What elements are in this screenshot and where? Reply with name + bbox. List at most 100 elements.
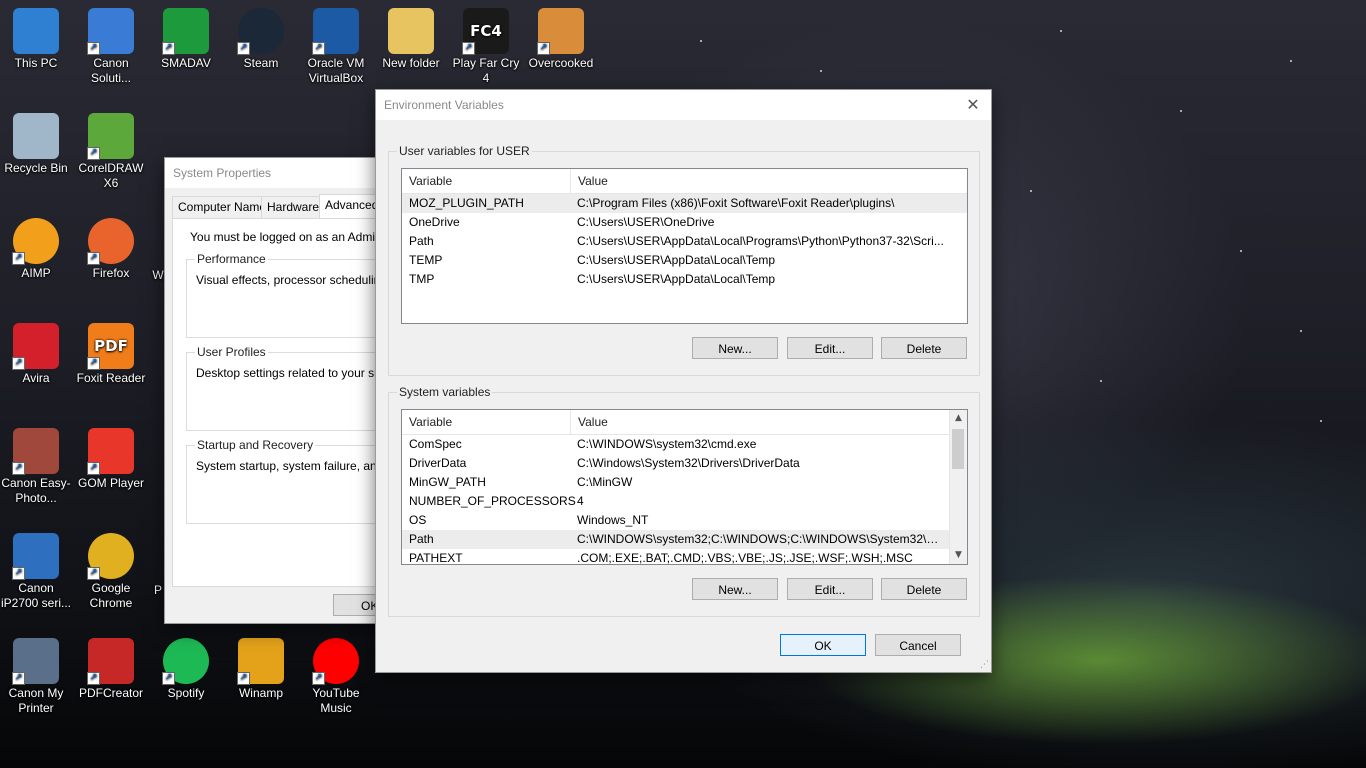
desktop-icon-label: Canon Soluti... (90, 56, 132, 85)
desktop-icon[interactable]: This PC (0, 8, 72, 71)
variable-name-cell: Path (409, 532, 434, 546)
shortcut-arrow-icon: ↗ (312, 672, 325, 685)
desktop-icon-label: Foxit Reader (76, 371, 146, 385)
desktop-icon[interactable]: New folder (375, 8, 447, 71)
cancel-button[interactable]: Cancel (875, 634, 961, 656)
table-row[interactable]: DriverData C:\Windows\System32\Drivers\Dr… (402, 454, 967, 473)
group-label: User variables for USER (397, 144, 532, 158)
user-new-button[interactable]: New... (692, 337, 778, 359)
desktop-icon[interactable]: PDF ↗ Foxit Reader (75, 323, 147, 386)
virtualbox-icon: ↗ (312, 8, 359, 55)
window-title: System Properties (173, 166, 272, 180)
group-label: Performance (195, 252, 268, 266)
system-properties-titlebar[interactable]: System Properties (165, 158, 395, 188)
partial-icon-label: W (152, 268, 164, 282)
desktop-icon-label: CorelDRAW X6 (78, 161, 144, 190)
desktop-icon[interactable]: ↗ Avira (0, 323, 72, 386)
user-delete-button[interactable]: Delete (881, 337, 967, 359)
shortcut-arrow-icon: ↗ (87, 672, 100, 685)
close-icon[interactable]: ✕ (963, 95, 983, 115)
table-row[interactable]: MOZ_PLUGIN_PATH C:\Program Files (x86)\Fo… (402, 194, 967, 213)
scroll-up-icon[interactable]: ▲ (950, 410, 967, 427)
table-row[interactable]: OS Windows_NT (402, 511, 967, 530)
spotify-icon: ↗ (162, 638, 209, 685)
desktop-icon[interactable]: ↗ Canon My Printer (0, 638, 72, 716)
firefox-icon: ↗ (87, 218, 134, 265)
canon-photo-icon: ↗ (12, 428, 59, 475)
ok-button[interactable]: OK (780, 634, 866, 656)
variable-name-cell: OneDrive (409, 215, 460, 229)
user-variables-list[interactable]: Variable Value MOZ_PLUGIN_PATH C:\Program… (401, 168, 968, 324)
desktop-icon[interactable]: ↗ Winamp (225, 638, 297, 701)
table-row[interactable]: OneDrive C:\Users\USER\OneDrive (402, 213, 967, 232)
column-header-value[interactable]: Value (571, 169, 608, 193)
table-row[interactable]: TEMP C:\Users\USER\AppData\Local\Temp (402, 251, 967, 270)
desktop-icon-label: Avira (22, 371, 50, 385)
scroll-thumb[interactable] (952, 429, 964, 469)
group-label: Startup and Recovery (195, 438, 316, 452)
table-row[interactable]: ComSpec C:\WINDOWS\system32\cmd.exe (402, 435, 967, 454)
shortcut-arrow-icon: ↗ (87, 42, 100, 55)
desktop-icon-label: Overcooked (528, 56, 594, 70)
tab-computer-name[interactable]: Computer Name (172, 196, 273, 218)
list-header: Variable Value (402, 169, 967, 194)
admin-note: You must be logged on as an Administra (190, 230, 405, 244)
system-edit-button[interactable]: Edit... (787, 578, 873, 600)
desktop-icon[interactable]: ↗ GOM Player (75, 428, 147, 491)
resize-grip-icon[interactable]: ⋰ (980, 660, 989, 670)
variable-value-cell: C:\Users\USER\OneDrive (577, 215, 715, 229)
system-new-button[interactable]: New... (692, 578, 778, 600)
desktop-icon[interactable]: ↗ Firefox (75, 218, 147, 281)
desktop-icon[interactable]: ↗ YouTube Music (300, 638, 372, 716)
column-header-variable[interactable]: Variable (402, 169, 571, 193)
table-row[interactable]: NUMBER_OF_PROCESSORS 4 (402, 492, 967, 511)
table-row[interactable]: PATHEXT .COM;.EXE;.BAT;.CMD;.VBS;.VBE;.JS… (402, 549, 967, 565)
desktop-icon[interactable]: ↗ Canon Soluti... (75, 8, 147, 86)
variable-value-cell: Windows_NT (577, 513, 649, 527)
column-header-value[interactable]: Value (571, 410, 608, 434)
variable-name-cell: TEMP (409, 253, 443, 267)
table-row[interactable]: MinGW_PATH C:\MinGW (402, 473, 967, 492)
shortcut-arrow-icon: ↗ (12, 567, 25, 580)
desktop-icon[interactable]: ↗ PDFCreator (75, 638, 147, 701)
vertical-scrollbar[interactable]: ▲ ▼ (949, 410, 967, 564)
desktop-icon[interactable]: ↗ Canon iP2700 seri... (0, 533, 72, 611)
desktop-icon[interactable]: ↗ Canon Easy-Photo... (0, 428, 72, 506)
shortcut-arrow-icon: ↗ (12, 252, 25, 265)
user-edit-button[interactable]: Edit... (787, 337, 873, 359)
shortcut-arrow-icon: ↗ (87, 462, 100, 475)
column-header-variable[interactable]: Variable (402, 410, 571, 434)
window-title: Environment Variables (384, 98, 504, 112)
desktop-icon[interactable]: Recycle Bin (0, 113, 72, 176)
printer-icon: ↗ (12, 638, 59, 685)
variable-value-cell: C:\MinGW (577, 475, 633, 489)
table-row[interactable]: Path C:\WINDOWS\system32;C:\WINDOWS;C:\WI… (402, 530, 967, 549)
desktop-icon[interactable]: ↗ SMADAV (150, 8, 222, 71)
table-row[interactable]: TMP C:\Users\USER\AppData\Local\Temp (402, 270, 967, 289)
variable-value-cell: C:\Program Files (x86)\Foxit Software\Fo… (577, 196, 895, 210)
user-rows: MOZ_PLUGIN_PATH C:\Program Files (x86)\Fo… (402, 194, 967, 289)
desktop-icon-label: Spotify (167, 686, 205, 700)
desktop-icon[interactable]: ↗ Google Chrome (75, 533, 147, 611)
desktop-icon[interactable]: ↗ CorelDRAW X6 (75, 113, 147, 191)
desktop-icon-label: Google Chrome (89, 581, 133, 610)
group-label: System variables (397, 385, 493, 399)
scroll-down-icon[interactable]: ▼ (950, 547, 967, 564)
desktop-icon[interactable]: ↗ Steam (225, 8, 297, 71)
desktop-icon[interactable]: ↗ AIMP (0, 218, 72, 281)
env-titlebar[interactable]: Environment Variables ✕ (376, 90, 991, 120)
table-row[interactable]: Path C:\Users\USER\AppData\Local\Programs… (402, 232, 967, 251)
system-delete-button[interactable]: Delete (881, 578, 967, 600)
pdfcreator-icon: ↗ (87, 638, 134, 685)
desktop-icon-label: Play Far Cry 4 (452, 56, 520, 85)
desktop-icon[interactable]: ↗ Spotify (150, 638, 222, 701)
environment-variables-window: Environment Variables ✕ User variables f… (375, 89, 992, 673)
desktop-icon-label: Canon Easy-Photo... (1, 476, 71, 505)
tab-hardware[interactable]: Hardware (261, 196, 326, 218)
desktop-icon[interactable]: FC4 ↗ Play Far Cry 4 (450, 8, 522, 86)
desktop-icon[interactable]: ↗ Overcooked (525, 8, 597, 71)
system-variables-group: System variables Variable Value ComSpec C… (388, 385, 980, 617)
system-variables-list[interactable]: Variable Value ComSpec C:\WINDOWS\system3… (401, 409, 968, 565)
desktop-icon[interactable]: ↗ Oracle VM VirtualBox (300, 8, 372, 86)
variable-value-cell: .COM;.EXE;.BAT;.CMD;.VBS;.VBE;.JS;.JSE;.… (577, 551, 913, 565)
